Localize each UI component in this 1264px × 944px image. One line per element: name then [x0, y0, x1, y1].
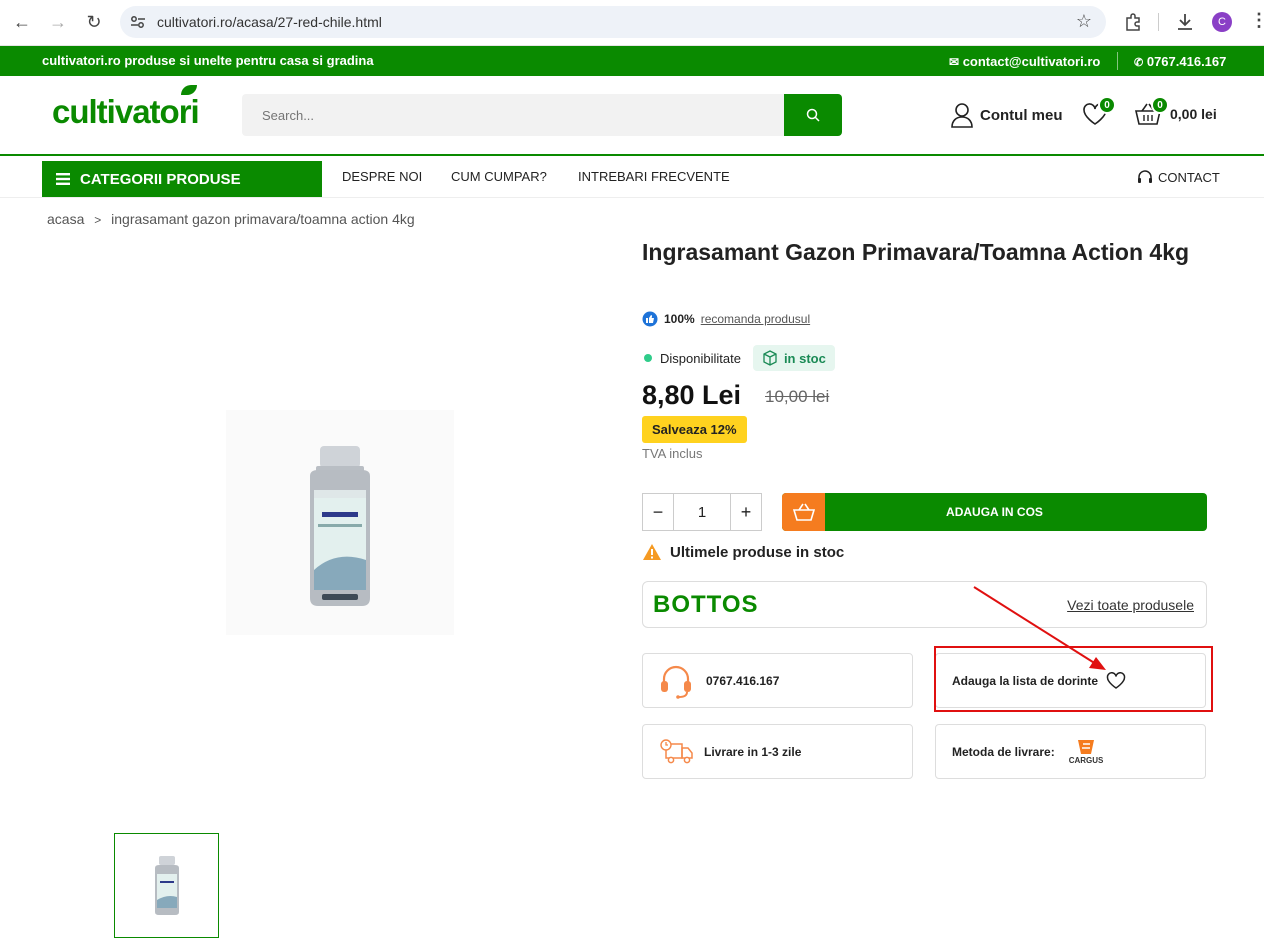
account-link[interactable]: Contul meu [950, 102, 1063, 128]
availability-label: Disponibilitate [660, 350, 741, 366]
cart-count-badge: 0 [1151, 96, 1169, 114]
search-icon [806, 108, 820, 122]
product-thumbnail[interactable] [114, 833, 219, 938]
add-to-cart-label: ADAUGA IN COS [946, 505, 1043, 519]
quantity-input[interactable]: 1 [673, 494, 731, 530]
categories-button[interactable]: CATEGORII PRODUSE [42, 161, 322, 197]
old-price: 10,00 lei [765, 387, 830, 406]
wishlist-count-badge: 0 [1098, 96, 1116, 114]
breadcrumb: acasa > ingrasamant gazon primavara/toam… [47, 211, 421, 227]
phone-support-box[interactable]: 0767.416.167 [642, 653, 913, 708]
product-title: Ingrasamant Gazon Primavara/Toamna Actio… [642, 239, 1190, 265]
cargus-logo-icon [1078, 740, 1095, 754]
nav-link-despre-noi[interactable]: DESPRE NOI [342, 169, 422, 184]
annotation-highlight-box [934, 646, 1213, 712]
envelope-icon: ✉ [949, 55, 960, 69]
add-to-cart-button[interactable]: ADAUGA IN COS [782, 493, 1207, 531]
download-icon[interactable] [1176, 12, 1194, 32]
availability-dot [644, 354, 652, 362]
thumbs-up-badge-icon [642, 311, 658, 327]
search-button[interactable] [784, 94, 842, 136]
delivery-truck-icon [660, 738, 693, 763]
wishlist-link[interactable]: 0 [1082, 96, 1116, 131]
contact-phone: 0767.416.167 [1146, 54, 1227, 69]
delivery-time-box: Livrare in 1-3 zile [642, 724, 913, 779]
main-nav: CATEGORII PRODUSE DESPRE NOI CUM CUMPAR?… [0, 156, 1264, 198]
contact-email: contact@cultivatori.ro [962, 54, 1101, 69]
recommendation-rating: 100% recomanda produsul [642, 311, 810, 327]
url-text[interactable]: cultivatori.ro/acasa/27-red-chile.html [157, 14, 382, 30]
reload-icon[interactable]: ↻ [82, 10, 106, 34]
quantity-stepper: − 1 + [642, 493, 762, 531]
address-bar[interactable]: cultivatori.ro/acasa/27-red-chile.html ☆ [120, 6, 1106, 38]
delivery-time: Livrare in 1-3 zile [704, 744, 802, 759]
nav-link-contact[interactable]: CONTACT [1137, 169, 1220, 185]
current-price: 8,80 Lei [642, 380, 742, 410]
support-headset-icon [661, 665, 691, 699]
categories-label: CATEGORII PRODUSE [80, 170, 241, 188]
forward-icon[interactable]: → [46, 10, 70, 34]
box-icon [763, 350, 777, 366]
top-info-bar: cultivatori.ro produse si unelte pentru … [0, 46, 1264, 76]
account-label: Contul meu [980, 106, 1063, 124]
low-stock-label: Ultimele produse in stoc [670, 543, 845, 561]
brand-logo[interactable]: BOTTOS [653, 591, 759, 619]
divider [1117, 52, 1118, 70]
profile-avatar[interactable]: C [1212, 12, 1232, 32]
back-icon[interactable]: ← [10, 10, 34, 34]
quantity-increase-button[interactable]: + [731, 494, 761, 530]
nav-link-intrebari-frecvente[interactable]: INTREBARI FRECVENTE [578, 169, 730, 184]
discount-badge: Salveaza 12% [642, 416, 747, 443]
tagline: cultivatori.ro produse si unelte pentru … [42, 53, 374, 68]
headset-icon [1138, 170, 1152, 183]
breadcrumb-separator: > [94, 213, 102, 227]
support-phone: 0767.416.167 [706, 673, 780, 688]
contact-email-link[interactable]: ✉ contact@cultivatori.ro [949, 54, 1100, 69]
cart-button-icon [782, 493, 825, 531]
contact-label: CONTACT [1158, 169, 1220, 185]
recommend-percent: 100% [664, 312, 695, 326]
menu-kebab-icon[interactable]: ⋮ [1250, 10, 1264, 31]
recommend-text[interactable]: recomanda produsul [701, 312, 810, 326]
basket-icon [792, 503, 815, 521]
thumbnail-image [115, 834, 218, 937]
view-all-products-link[interactable]: Vezi toate produsele [1067, 597, 1194, 613]
courier-name: CARGUS [1068, 756, 1104, 765]
tva-note: TVA inclus [642, 446, 703, 461]
contact-phone-link[interactable]: ✆ 0767.416.167 [1134, 54, 1226, 69]
site-settings-icon[interactable] [130, 14, 146, 30]
breadcrumb-current: ingrasamant gazon primavara/toamna actio… [111, 211, 415, 227]
cart-total: 0,00 lei [1170, 106, 1217, 122]
quantity-decrease-button[interactable]: − [643, 494, 673, 530]
delivery-method-label: Metoda de livrare: [952, 744, 1055, 759]
product-image[interactable] [226, 410, 454, 635]
browser-toolbar: ← → ↻ cultivatori.ro/acasa/27-red-chile.… [0, 0, 1264, 46]
breadcrumb-home[interactable]: acasa [47, 211, 84, 227]
cart-link[interactable]: 0 0,00 lei [1134, 96, 1217, 126]
warning-icon [643, 544, 661, 560]
low-stock-warning: Ultimele produse in stoc [642, 543, 844, 561]
nav-link-cum-cumpar[interactable]: CUM CUMPAR? [451, 169, 547, 184]
site-logo[interactable]: cultivatori [52, 85, 200, 131]
stock-badge: in stoc [752, 345, 835, 371]
user-icon [951, 103, 973, 128]
logo-text: cultivatori [52, 93, 200, 130]
brand-box: BOTTOS Vezi toate produsele [642, 581, 1207, 628]
stock-label: in stoc [783, 350, 826, 366]
hamburger-icon [56, 173, 70, 185]
cargus-logo: CARGUS [1068, 738, 1104, 765]
bookmark-star-icon[interactable]: ☆ [1076, 11, 1092, 32]
phone-icon: ✆ [1134, 57, 1144, 69]
availability: Disponibilitate in stoc [644, 345, 835, 371]
extensions-icon[interactable] [1124, 13, 1142, 31]
delivery-method-box: Metoda de livrare: CARGUS [935, 724, 1206, 779]
toolbar-divider [1158, 13, 1159, 31]
site-header: cultivatori Contul meu 0 0 0,00 lei [0, 76, 1264, 156]
search-input[interactable] [242, 94, 784, 136]
